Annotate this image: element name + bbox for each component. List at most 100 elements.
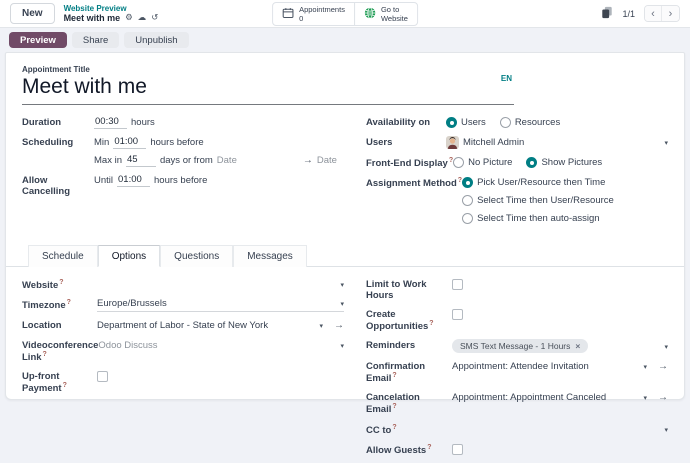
videoconference-caret-icon[interactable]: ▾: [340, 341, 344, 350]
duration-label: Duration: [22, 116, 94, 128]
location-caret-icon[interactable]: ▾: [319, 321, 323, 330]
copy-icon[interactable]: [601, 6, 613, 22]
preview-button[interactable]: Preview: [9, 32, 67, 48]
videoconference-link-label: Videoconference Link?: [22, 339, 98, 363]
unpublish-button[interactable]: Unpublish: [124, 32, 188, 48]
allow-guests-checkbox[interactable]: [452, 444, 463, 455]
globe-icon: [364, 7, 376, 21]
date-to-input[interactable]: Date: [317, 155, 337, 166]
radio-resources[interactable]: [500, 117, 511, 128]
timezone-label: Timezone?: [22, 298, 97, 311]
upfront-payment-checkbox[interactable]: [97, 371, 108, 382]
users-row: Users Mitchell Admin ▾: [366, 136, 668, 149]
appointments-stat-count: 0: [299, 14, 345, 23]
help-marker: ?: [392, 372, 396, 379]
scheduling-min-input[interactable]: 01:00: [113, 136, 146, 149]
tab-schedule[interactable]: Schedule: [28, 245, 98, 267]
form-sheet: Appointment Title Meet with me EN Durati…: [5, 52, 685, 400]
go-to-website-line2: Website: [381, 14, 408, 23]
cancelation-email-caret-icon[interactable]: ▾: [643, 393, 647, 402]
location-value[interactable]: Department of Labor - State of New York: [97, 320, 268, 331]
limit-work-hours-checkbox[interactable]: [452, 279, 463, 290]
location-row: Location Department of Labor - State of …: [22, 319, 344, 332]
location-internal-link-icon[interactable]: →: [334, 321, 344, 331]
language-badge[interactable]: EN: [501, 74, 512, 83]
date-range-arrow-icon: →: [303, 156, 313, 166]
undo-discard-icon[interactable]: ↺: [151, 13, 158, 23]
radio-show-pictures[interactable]: [526, 157, 537, 168]
allow-cancelling-label: Allow Cancelling: [22, 174, 94, 197]
pager-count[interactable]: 1/1: [622, 9, 635, 19]
appointment-title-label: Appointment Title: [22, 61, 514, 74]
radio-show-pictures-label[interactable]: Show Pictures: [541, 157, 602, 168]
cancelation-email-value[interactable]: Appointment: Appointment Canceled: [452, 392, 606, 403]
confirmation-email-internal-link-icon[interactable]: →: [658, 362, 668, 372]
cloud-save-icon[interactable]: ☁: [138, 13, 147, 23]
pager-previous-button[interactable]: ‹: [645, 6, 662, 21]
cancelation-email-internal-link-icon[interactable]: →: [658, 393, 668, 403]
front-end-display-row: Front-End Display? No Picture Show Pictu…: [366, 156, 668, 169]
cc-to-caret-icon[interactable]: ▾: [664, 425, 668, 434]
radio-users[interactable]: [446, 117, 457, 128]
radio-users-label[interactable]: Users: [461, 117, 486, 128]
reminder-tag-label: SMS Text Message - 1 Hours: [460, 341, 570, 351]
stat-buttons: Appointments 0 Go to Website: [272, 2, 418, 26]
users-value[interactable]: Mitchell Admin: [463, 137, 524, 148]
users-caret-icon[interactable]: ▾: [664, 138, 668, 147]
share-button[interactable]: Share: [72, 32, 119, 48]
help-marker: ?: [59, 279, 63, 286]
remove-tag-icon[interactable]: ×: [575, 341, 580, 351]
website-caret-icon[interactable]: ▾: [340, 280, 344, 289]
radio-pick-user-then-time[interactable]: [462, 177, 473, 188]
appointment-title-input[interactable]: Meet with me: [22, 74, 514, 105]
appointments-stat-button[interactable]: Appointments 0: [272, 2, 355, 26]
control-panel: New Website Preview Meet with me ⚙ ☁ ↺ A…: [0, 0, 690, 28]
radio-no-picture[interactable]: [453, 157, 464, 168]
options-left-fields: Website? ▾ Timezone? Europe/Brussels ▾ L…: [22, 278, 344, 463]
radio-pick-user-then-time-label[interactable]: Pick User/Resource then Time: [477, 177, 605, 188]
cc-to-label: CC to?: [366, 423, 452, 436]
videoconference-link-value[interactable]: Odoo Discuss: [98, 340, 157, 351]
allow-cancelling-row: Allow Cancelling Until 01:00 hours befor…: [22, 174, 344, 197]
help-marker: ?: [427, 444, 431, 451]
duration-input[interactable]: 00:30: [94, 116, 127, 129]
tab-questions[interactable]: Questions: [160, 245, 233, 267]
breadcrumb: Website Preview Meet with me ⚙ ☁ ↺: [64, 4, 159, 24]
timezone-value[interactable]: Europe/Brussels: [97, 298, 167, 309]
availability-on-label: Availability on: [366, 116, 446, 128]
radio-time-then-user-label[interactable]: Select Time then User/Resource: [477, 195, 614, 206]
allow-cancelling-input[interactable]: 01:00: [117, 174, 150, 187]
tab-messages[interactable]: Messages: [233, 245, 307, 267]
go-to-website-button[interactable]: Go to Website: [354, 2, 418, 26]
create-opportunities-checkbox[interactable]: [452, 309, 463, 320]
new-button[interactable]: New: [10, 3, 55, 24]
limit-work-hours-row: Limit to Work Hours: [366, 278, 668, 301]
gear-icon[interactable]: ⚙: [125, 13, 133, 23]
timezone-caret-icon[interactable]: ▾: [340, 299, 344, 308]
allow-cancelling-unit: hours before: [154, 175, 207, 186]
scheduling-max-input[interactable]: 45: [126, 154, 156, 167]
calendar-icon: [282, 7, 294, 21]
confirmation-email-value[interactable]: Appointment: Attendee Invitation: [452, 361, 589, 372]
pager-next-button[interactable]: ›: [662, 6, 679, 21]
radio-time-then-auto-assign[interactable]: [462, 213, 473, 224]
breadcrumb-record-name: Meet with me: [64, 13, 121, 23]
reminders-label: Reminders: [366, 339, 452, 351]
confirmation-email-caret-icon[interactable]: ▾: [643, 362, 647, 371]
help-marker: ?: [429, 320, 433, 327]
help-marker: ?: [43, 351, 47, 358]
timezone-row: Timezone? Europe/Brussels ▾: [22, 298, 344, 312]
limit-work-hours-label: Limit to Work Hours: [366, 278, 452, 301]
allow-cancelling-prefix: Until: [94, 175, 113, 186]
status-actions-row: Preview Share Unpublish: [0, 28, 690, 48]
radio-time-then-auto-assign-label[interactable]: Select Time then auto-assign: [477, 213, 600, 224]
create-opportunities-label: Create Opportunities?: [366, 308, 452, 332]
tab-options[interactable]: Options: [98, 245, 160, 267]
reminders-caret-icon[interactable]: ▾: [664, 342, 668, 351]
notebook-tabs: Schedule Options Questions Messages: [6, 245, 684, 267]
duration-row: Duration 00:30 hours: [22, 116, 344, 129]
radio-no-picture-label[interactable]: No Picture: [468, 157, 512, 168]
date-from-input[interactable]: Date: [217, 155, 237, 166]
radio-resources-label[interactable]: Resources: [515, 117, 560, 128]
radio-time-then-user[interactable]: [462, 195, 473, 206]
